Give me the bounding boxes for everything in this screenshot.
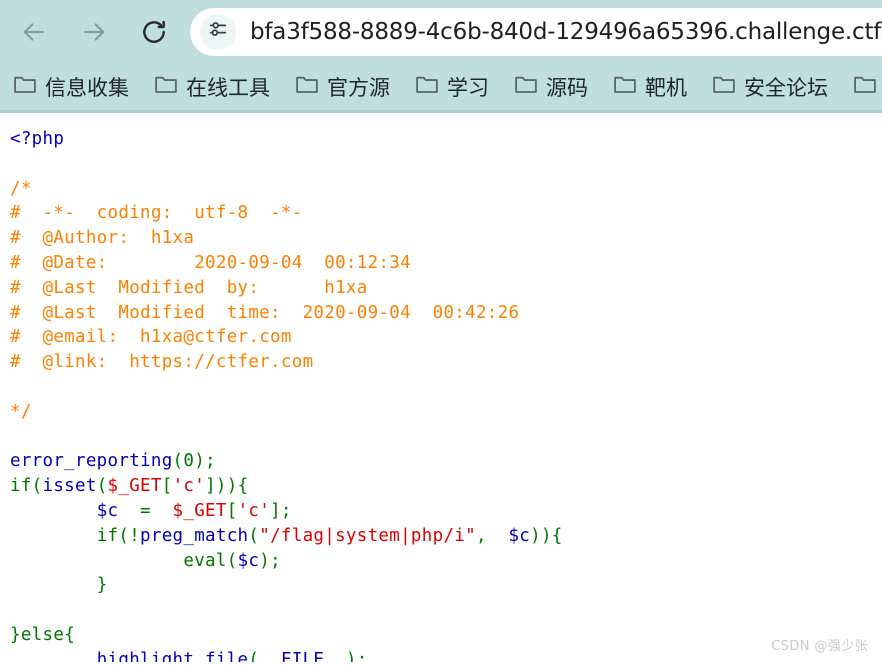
- fn-error-reporting: error_reporting: [10, 451, 173, 472]
- bookmark-item[interactable]: 官方源: [296, 72, 390, 102]
- comment-line: # @email: h1xa@ctfer.com: [10, 327, 292, 348]
- kw-eval: eval: [183, 550, 227, 571]
- address-bar[interactable]: bfa3f588-8889-4c6b-840d-129496a65396.cha…: [190, 7, 882, 56]
- folder-icon: [155, 75, 177, 99]
- punct: );: [259, 550, 281, 571]
- var-c: $c: [237, 550, 260, 571]
- bookmark-item[interactable]: 靶机: [614, 72, 687, 102]
- folder-icon: [14, 75, 36, 99]
- punct: }: [96, 575, 108, 596]
- comment-line: # -*- coding: utf-8 -*-: [10, 203, 303, 224]
- folder-icon: [854, 75, 876, 99]
- bookmark-label: 源码: [546, 75, 588, 100]
- bookmark-label: 学习: [447, 75, 489, 100]
- fn-preg-match: preg_match: [140, 525, 249, 546]
- comment-line: # @Author: h1xa: [10, 228, 195, 249]
- kw-else: else: [20, 624, 65, 645]
- regex-literal: "/flag|system|php/i": [259, 525, 476, 546]
- fn-isset: isset: [42, 476, 97, 497]
- browser-chrome: bfa3f588-8889-4c6b-840d-129496a65396.cha…: [0, 0, 882, 113]
- kw-if: if: [96, 525, 119, 546]
- address-bar-url[interactable]: bfa3f588-8889-4c6b-840d-129496a65396.cha…: [250, 19, 882, 45]
- punct: )){: [530, 525, 563, 546]
- bookmark-label: 在线工具: [186, 75, 270, 100]
- bookmark-label: 信息收集: [45, 75, 129, 100]
- punct: }: [10, 624, 21, 645]
- punct: (: [226, 550, 238, 571]
- punct: [: [161, 476, 173, 497]
- bookmark-label: 官方源: [327, 75, 390, 100]
- page-viewport: <?php /* # -*- coding: utf-8 -*- # @Auth…: [0, 113, 882, 662]
- bookmark-label: 安全论坛: [744, 75, 828, 100]
- punct: );: [345, 649, 368, 662]
- forward-arrow-icon: [80, 18, 108, 46]
- punct: (: [248, 649, 260, 662]
- kw-if: if: [10, 476, 32, 497]
- punct: {: [64, 624, 76, 645]
- comment-line: # @Last Modified by: h1xa: [10, 277, 368, 298]
- tune-sliders-icon: [207, 18, 229, 45]
- bookmark-item[interactable]: 学习: [416, 72, 489, 102]
- punct: (: [31, 476, 43, 497]
- back-arrow-icon: [20, 18, 48, 46]
- fn-highlight-file: highlight_file: [96, 649, 249, 662]
- back-button[interactable]: [14, 12, 54, 52]
- comment-line: /*: [10, 178, 32, 199]
- site-settings-button[interactable]: [200, 13, 236, 50]
- punct: =: [118, 500, 173, 521]
- punct: ];: [270, 500, 292, 521]
- var-get: $_GET: [107, 476, 162, 497]
- bookmark-item[interactable]: 在线工具: [155, 72, 270, 102]
- var-get: $_GET: [172, 500, 227, 521]
- bookmark-item[interactable]: 安全论坛: [713, 72, 828, 102]
- folder-icon: [614, 75, 636, 99]
- php-source-listing: <?php /* # -*- coding: utf-8 -*- # @Auth…: [0, 113, 882, 662]
- folder-icon: [713, 75, 735, 99]
- bookmark-item[interactable]: 信息收集: [14, 72, 129, 102]
- bookmarks-bar: 信息收集 在线工具 官方源 学习 源码 靶机 安全论坛: [0, 63, 882, 113]
- comment-line: # @Date: 2020-09-04 00:12:34: [10, 252, 411, 273]
- folder-icon: [296, 75, 318, 99]
- punct: ,: [475, 525, 509, 546]
- folder-icon: [416, 75, 438, 99]
- forward-button[interactable]: [74, 12, 114, 52]
- bookmark-item[interactable]: 源码: [515, 72, 588, 102]
- comment-line: # @link: https://ctfer.com: [10, 352, 314, 373]
- comment-line: # @Last Modified time: 2020-09-04 00:42:…: [10, 302, 520, 323]
- comment-line: */: [10, 401, 32, 422]
- punct: [: [226, 500, 238, 521]
- var-c: $c: [96, 500, 119, 521]
- str-c: 'c': [237, 500, 271, 521]
- browser-toolbar: bfa3f588-8889-4c6b-840d-129496a65396.cha…: [0, 0, 882, 63]
- punct: (: [96, 476, 108, 497]
- php-open-tag: <?php: [10, 129, 65, 149]
- reload-button[interactable]: [134, 12, 174, 52]
- bookmark-item[interactable]: 安: [854, 72, 882, 102]
- punct: (: [248, 525, 260, 546]
- folder-icon: [515, 75, 537, 99]
- var-c: $c: [508, 525, 531, 546]
- error-reporting-args: (0);: [172, 451, 216, 472]
- punct: ])){: [205, 476, 249, 497]
- bookmark-label: 靶机: [645, 75, 687, 100]
- const-file: __FILE__: [259, 649, 346, 662]
- csdn-watermark: CSDN @强少张: [771, 639, 868, 654]
- punct: (!: [118, 525, 141, 546]
- str-c: 'c': [172, 476, 206, 497]
- reload-icon: [140, 18, 168, 46]
